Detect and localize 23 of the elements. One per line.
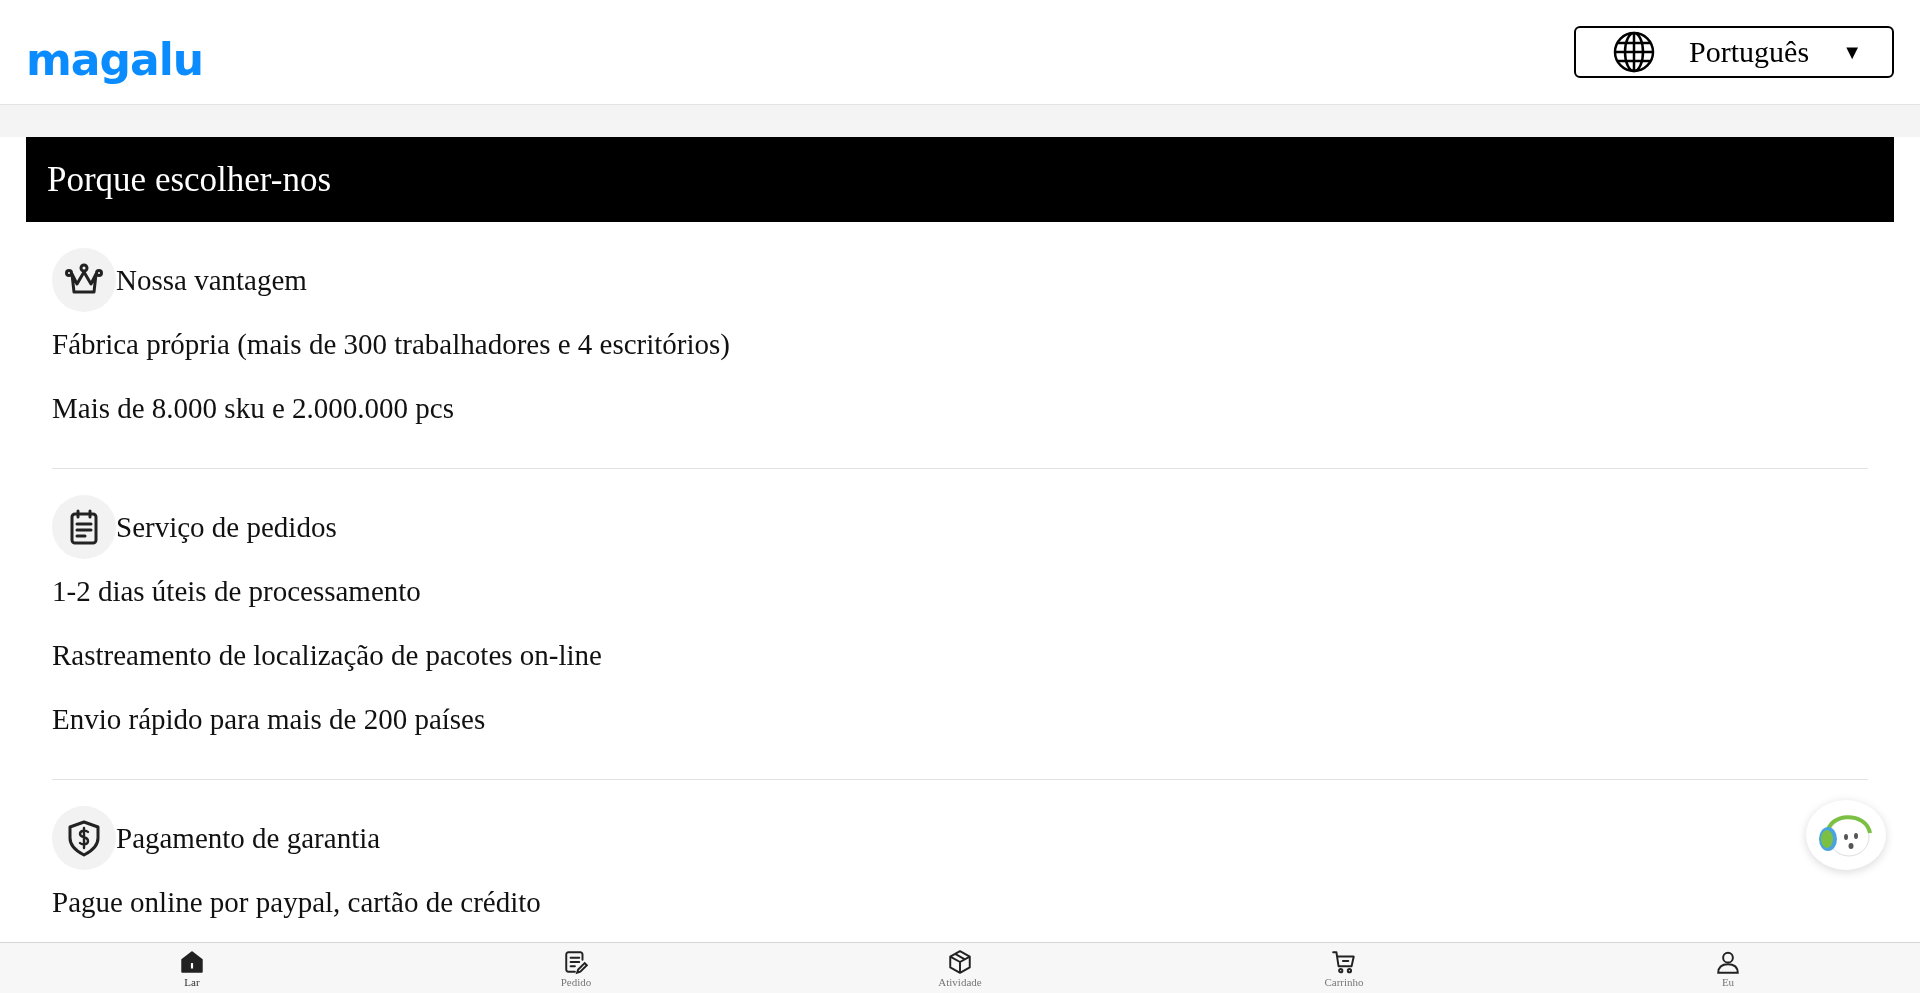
section-title: Serviço de pedidos	[116, 510, 337, 544]
language-selector[interactable]: Português ▼	[1574, 26, 1894, 78]
nav-tab[interactable]: Carrinho	[1152, 943, 1536, 993]
nav-tab[interactable]: Eu	[1536, 943, 1920, 993]
globe-icon	[1612, 30, 1656, 74]
feature-text: Pague online por paypal, cartão de crédito	[52, 885, 541, 919]
nav-tab[interactable]: Lar	[0, 943, 384, 993]
edit-document-icon	[563, 948, 589, 975]
nav-tab[interactable]: Atividade	[768, 943, 1152, 993]
section-title: Pagamento de garantia	[116, 821, 381, 855]
box-icon	[947, 948, 973, 975]
feature-text: Fábrica própria (mais de 300 trabalhadores e 4 escritórios)	[52, 327, 731, 361]
feature-text: Mais de 8.000 sku e 2.000.000 pcs	[52, 391, 454, 425]
support-chat-button[interactable]	[1806, 800, 1886, 870]
section-title: Nossa vantagem	[116, 263, 307, 297]
feature-text: Envio rápido para mais de 200 países	[52, 702, 486, 736]
feature-text: 1-2 dias úteis de processamento	[52, 574, 421, 608]
banner-title: Porque escolher-nos	[47, 159, 332, 200]
cart-icon	[1331, 948, 1357, 975]
nav-tab[interactable]: Pedido	[384, 943, 768, 993]
home-icon	[179, 948, 205, 975]
logo[interactable]: magalu	[26, 33, 204, 85]
feature-text: Rastreamento de localização de pacotes on-line	[52, 638, 602, 672]
